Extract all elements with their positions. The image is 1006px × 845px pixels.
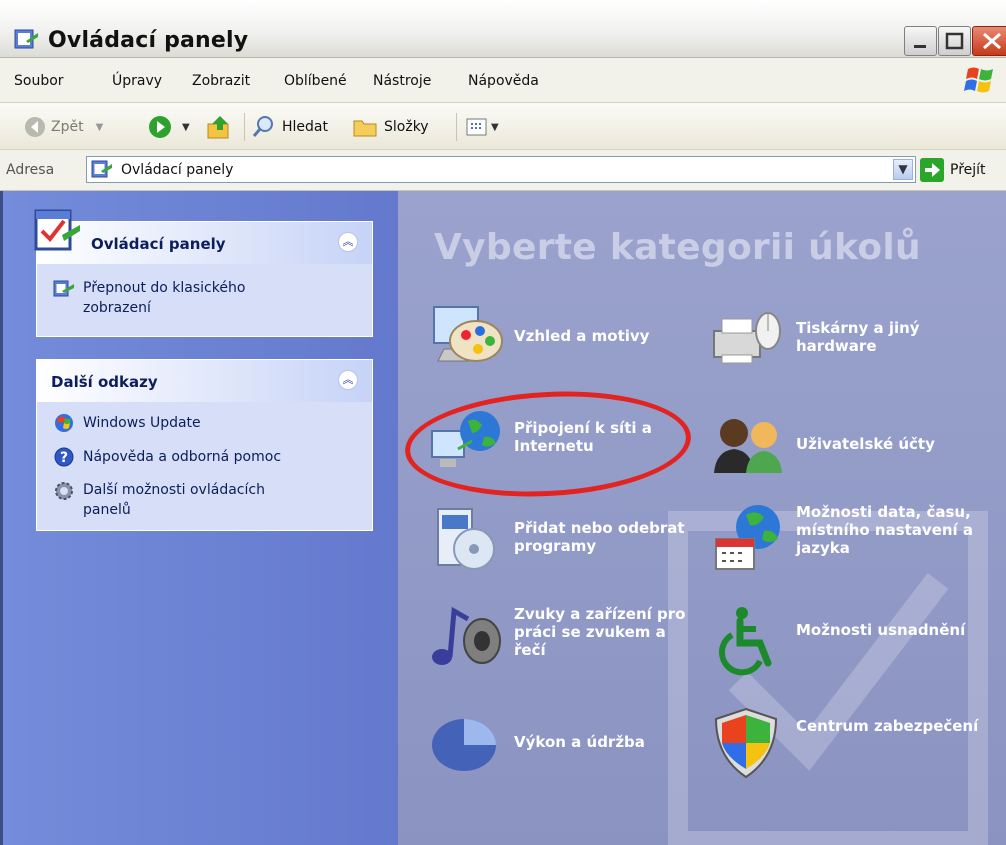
- control-panel-icon: [91, 160, 112, 178]
- toolbar: Zpět ▼ ▼ Hledat Složky ▼: [0, 103, 1006, 150]
- close-icon: [983, 32, 1001, 50]
- forward-dropdown-icon: ▼: [182, 121, 190, 133]
- add-remove-programs-icon: [437, 508, 495, 570]
- folders-button[interactable]: Složky: [352, 115, 429, 139]
- window-left-border: [0, 191, 3, 845]
- menu-favorites[interactable]: Oblíbené: [284, 73, 347, 89]
- back-dropdown-icon: ▼: [95, 121, 104, 133]
- category-appearance-themes[interactable]: Vzhled a motivy: [428, 301, 698, 381]
- category-accessibility[interactable]: Možnosti usnadnění: [710, 605, 1000, 685]
- panel-title: Ovládací panely: [91, 235, 226, 253]
- panel-body: Přepnout do klasického zobrazení: [37, 264, 372, 336]
- control-panel-window: Ovládací panely Soubor Úpravy Zobrazit O…: [0, 0, 1006, 845]
- forward-button[interactable]: ▼: [148, 115, 190, 139]
- views-grid-icon: [466, 118, 487, 136]
- back-arrow-icon: [25, 117, 45, 137]
- category-label: Přidat nebo odebrat programy: [514, 519, 685, 555]
- maximize-button[interactable]: [938, 26, 971, 56]
- back-label: Zpět: [51, 119, 84, 135]
- panel-body: Windows Update ? Nápověda a odborná pomo…: [37, 402, 372, 530]
- up-folder-button[interactable]: [206, 115, 232, 139]
- address-value: Ovládací panely: [121, 162, 234, 178]
- category-label: Tiskárny a jiný hardware: [796, 319, 920, 355]
- windows-flag-icon: [964, 67, 993, 93]
- views-button[interactable]: ▼: [466, 115, 499, 139]
- more-options-link[interactable]: Další možnosti ovládacích panelů: [83, 480, 313, 520]
- category-label: Vzhled a motivy: [514, 327, 650, 345]
- panel-header[interactable]: Další odkazy ︽: [37, 360, 372, 402]
- toolbar-separator: [244, 113, 245, 141]
- category-pane: Vyberte kategorii úkolů Vzhled a motivy: [398, 191, 1006, 845]
- category-printers-hardware[interactable]: Tiskárny a jiný hardware: [710, 301, 1000, 381]
- other-links-panel: Další odkazy ︽ Windows Update ? Nápověda…: [36, 359, 373, 531]
- panel-header[interactable]: Ovládací panely ︽: [37, 222, 372, 264]
- performance-maintenance-icon: [432, 719, 496, 771]
- window-title: Ovládací panely: [48, 28, 249, 53]
- up-folder-icon: [207, 116, 229, 139]
- menu-tools[interactable]: Nástroje: [373, 73, 431, 89]
- menu-help[interactable]: Nápověda: [468, 73, 539, 89]
- help-support-link[interactable]: Nápověda a odborná pomoc: [83, 447, 281, 467]
- classic-view-icon: [53, 280, 74, 297]
- category-user-accounts[interactable]: Uživatelské účty: [710, 409, 1000, 489]
- minimize-icon: [914, 45, 926, 48]
- address-input[interactable]: Ovládací panely ▼: [86, 156, 916, 183]
- close-button[interactable]: [972, 26, 1006, 56]
- control-panel-panel: Ovládací panely ︽ Přepnout do klasického…: [36, 221, 373, 337]
- forward-arrow-icon: [149, 116, 171, 138]
- collapse-chevron-icon[interactable]: ︽: [338, 232, 358, 252]
- date-time-language-icon: [715, 505, 780, 570]
- minimize-button[interactable]: [904, 26, 937, 56]
- svg-text:?: ?: [60, 450, 68, 466]
- task-pane: Ovládací panely ︽ Přepnout do klasického…: [0, 191, 398, 845]
- folder-icon: [353, 120, 377, 137]
- user-accounts-icon: [714, 419, 782, 473]
- search-icon: [252, 116, 273, 137]
- gear-icon: [55, 482, 73, 500]
- menu-view[interactable]: Zobrazit: [192, 73, 250, 89]
- category-label: Výkon a údržba: [514, 733, 645, 751]
- page-heading: Vyberte kategorii úkolů: [434, 227, 921, 268]
- help-icon: ?: [54, 447, 74, 467]
- category-sounds-speech[interactable]: Zvuky a zařízení pro práci se zvukem a ř…: [428, 605, 698, 685]
- category-performance-maintenance[interactable]: Výkon a údržba: [428, 707, 698, 787]
- category-label: Možnosti usnadnění: [796, 621, 966, 639]
- control-panel-large-icon: [34, 209, 80, 251]
- control-panel-icon: [14, 29, 38, 49]
- views-dropdown-icon: ▼: [491, 121, 499, 133]
- category-label: Centrum zabezpečení: [796, 717, 979, 735]
- category-date-time-language[interactable]: Možnosti data, času, místního nastavení …: [710, 503, 1000, 583]
- go-button[interactable]: Přejít: [950, 162, 986, 178]
- category-label: Zvuky a zařízení pro práci se zvukem a ř…: [514, 605, 686, 659]
- category-security-center[interactable]: Centrum zabezpečení: [710, 707, 1000, 787]
- back-button[interactable]: Zpět ▼: [24, 115, 103, 139]
- maximize-icon: [945, 32, 964, 50]
- address-dropdown-button[interactable]: ▼: [893, 159, 913, 180]
- switch-classic-view-link[interactable]: Přepnout do klasického zobrazení: [83, 278, 283, 318]
- search-button[interactable]: Hledat: [252, 115, 328, 139]
- accessibility-icon: [718, 607, 772, 676]
- panel-title: Další odkazy: [51, 373, 158, 391]
- title-bar: Ovládací panely: [0, 0, 1006, 58]
- windows-update-link[interactable]: Windows Update: [83, 413, 201, 433]
- category-label: Uživatelské účty: [796, 435, 935, 453]
- category-label: Možnosti data, času, místního nastavení …: [796, 503, 974, 557]
- search-label: Hledat: [282, 119, 328, 135]
- appearance-themes-icon: [433, 306, 503, 362]
- sounds-speech-icon: [432, 606, 501, 665]
- address-bar: Adresa Ovládací panely ▼ Přejít: [0, 150, 1006, 191]
- menu-file[interactable]: Soubor: [14, 73, 64, 89]
- address-label: Adresa: [6, 162, 55, 178]
- folders-label: Složky: [384, 119, 429, 135]
- menu-edit[interactable]: Úpravy: [112, 73, 162, 89]
- menu-bar: Soubor Úpravy Zobrazit Oblíbené Nástroje…: [0, 58, 1006, 103]
- printers-hardware-icon: [713, 312, 781, 364]
- go-arrow-icon[interactable]: [920, 158, 944, 182]
- windows-update-icon: [55, 414, 73, 432]
- collapse-chevron-icon[interactable]: ︽: [338, 370, 358, 390]
- toolbar-separator: [456, 113, 457, 141]
- security-shield-icon: [714, 707, 778, 779]
- category-add-remove-programs[interactable]: Přidat nebo odebrat programy: [428, 503, 698, 583]
